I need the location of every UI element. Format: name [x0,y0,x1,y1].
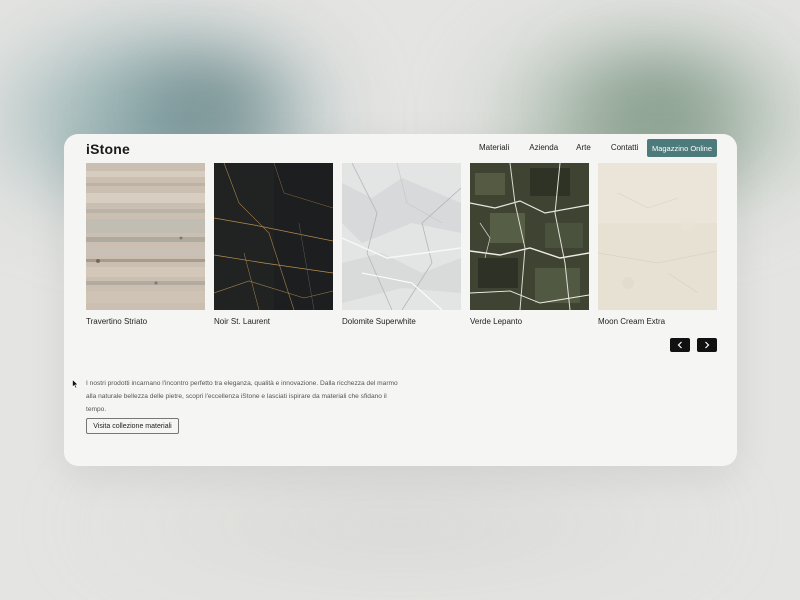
carousel-controls [670,338,717,352]
nav-item-contatti[interactable]: Contatti [611,143,639,152]
product-card-travertino-striato[interactable]: Travertino Striato [86,163,205,326]
product-image-travertino-striato [86,163,205,310]
product-name: Travertino Striato [86,317,148,326]
site-logo[interactable]: iStone [86,141,130,157]
product-image-verde-lepanto [470,163,589,310]
product-image-moon-cream-extra [598,163,717,310]
carousel-next-button[interactable] [697,338,717,352]
product-carousel: Travertino Striato Noir St. Laurent Dolo… [86,163,726,326]
about-description: I nostri prodotti incarnano l'incontro p… [86,379,398,414]
nav-item-materiali[interactable]: Materiali [479,143,509,152]
chevron-left-icon [677,341,682,349]
product-card-moon-cream-extra[interactable]: Moon Cream Extra [598,163,717,326]
background-blur-bottom [60,470,740,580]
nav-item-arte[interactable]: Arte [576,143,591,152]
product-name: Verde Lepanto [470,317,523,326]
nav-item-azienda[interactable]: Azienda [529,143,558,152]
product-card-dolomite-superwhite[interactable]: Dolomite Superwhite [342,163,461,326]
product-card-verde-lepanto[interactable]: Verde Lepanto [470,163,589,326]
mouse-pointer-icon [72,379,79,389]
chevron-right-icon [705,341,710,349]
main-nav: Materiali Azienda Arte Contatti [479,143,658,152]
visit-collection-button[interactable]: Visita collezione materiali [86,418,179,434]
product-name: Dolomite Superwhite [342,317,416,326]
website-card: iStone Materiali Azienda Arte Contatti M… [64,134,737,466]
product-name: Noir St. Laurent [214,317,271,326]
product-name: Moon Cream Extra [598,317,666,326]
online-store-button[interactable]: Magazzino Online [647,139,717,157]
carousel-prev-button[interactable] [670,338,690,352]
product-image-noir-st-laurent [214,163,333,310]
product-image-dolomite-superwhite [342,163,461,310]
product-card-noir-st-laurent[interactable]: Noir St. Laurent [214,163,333,326]
